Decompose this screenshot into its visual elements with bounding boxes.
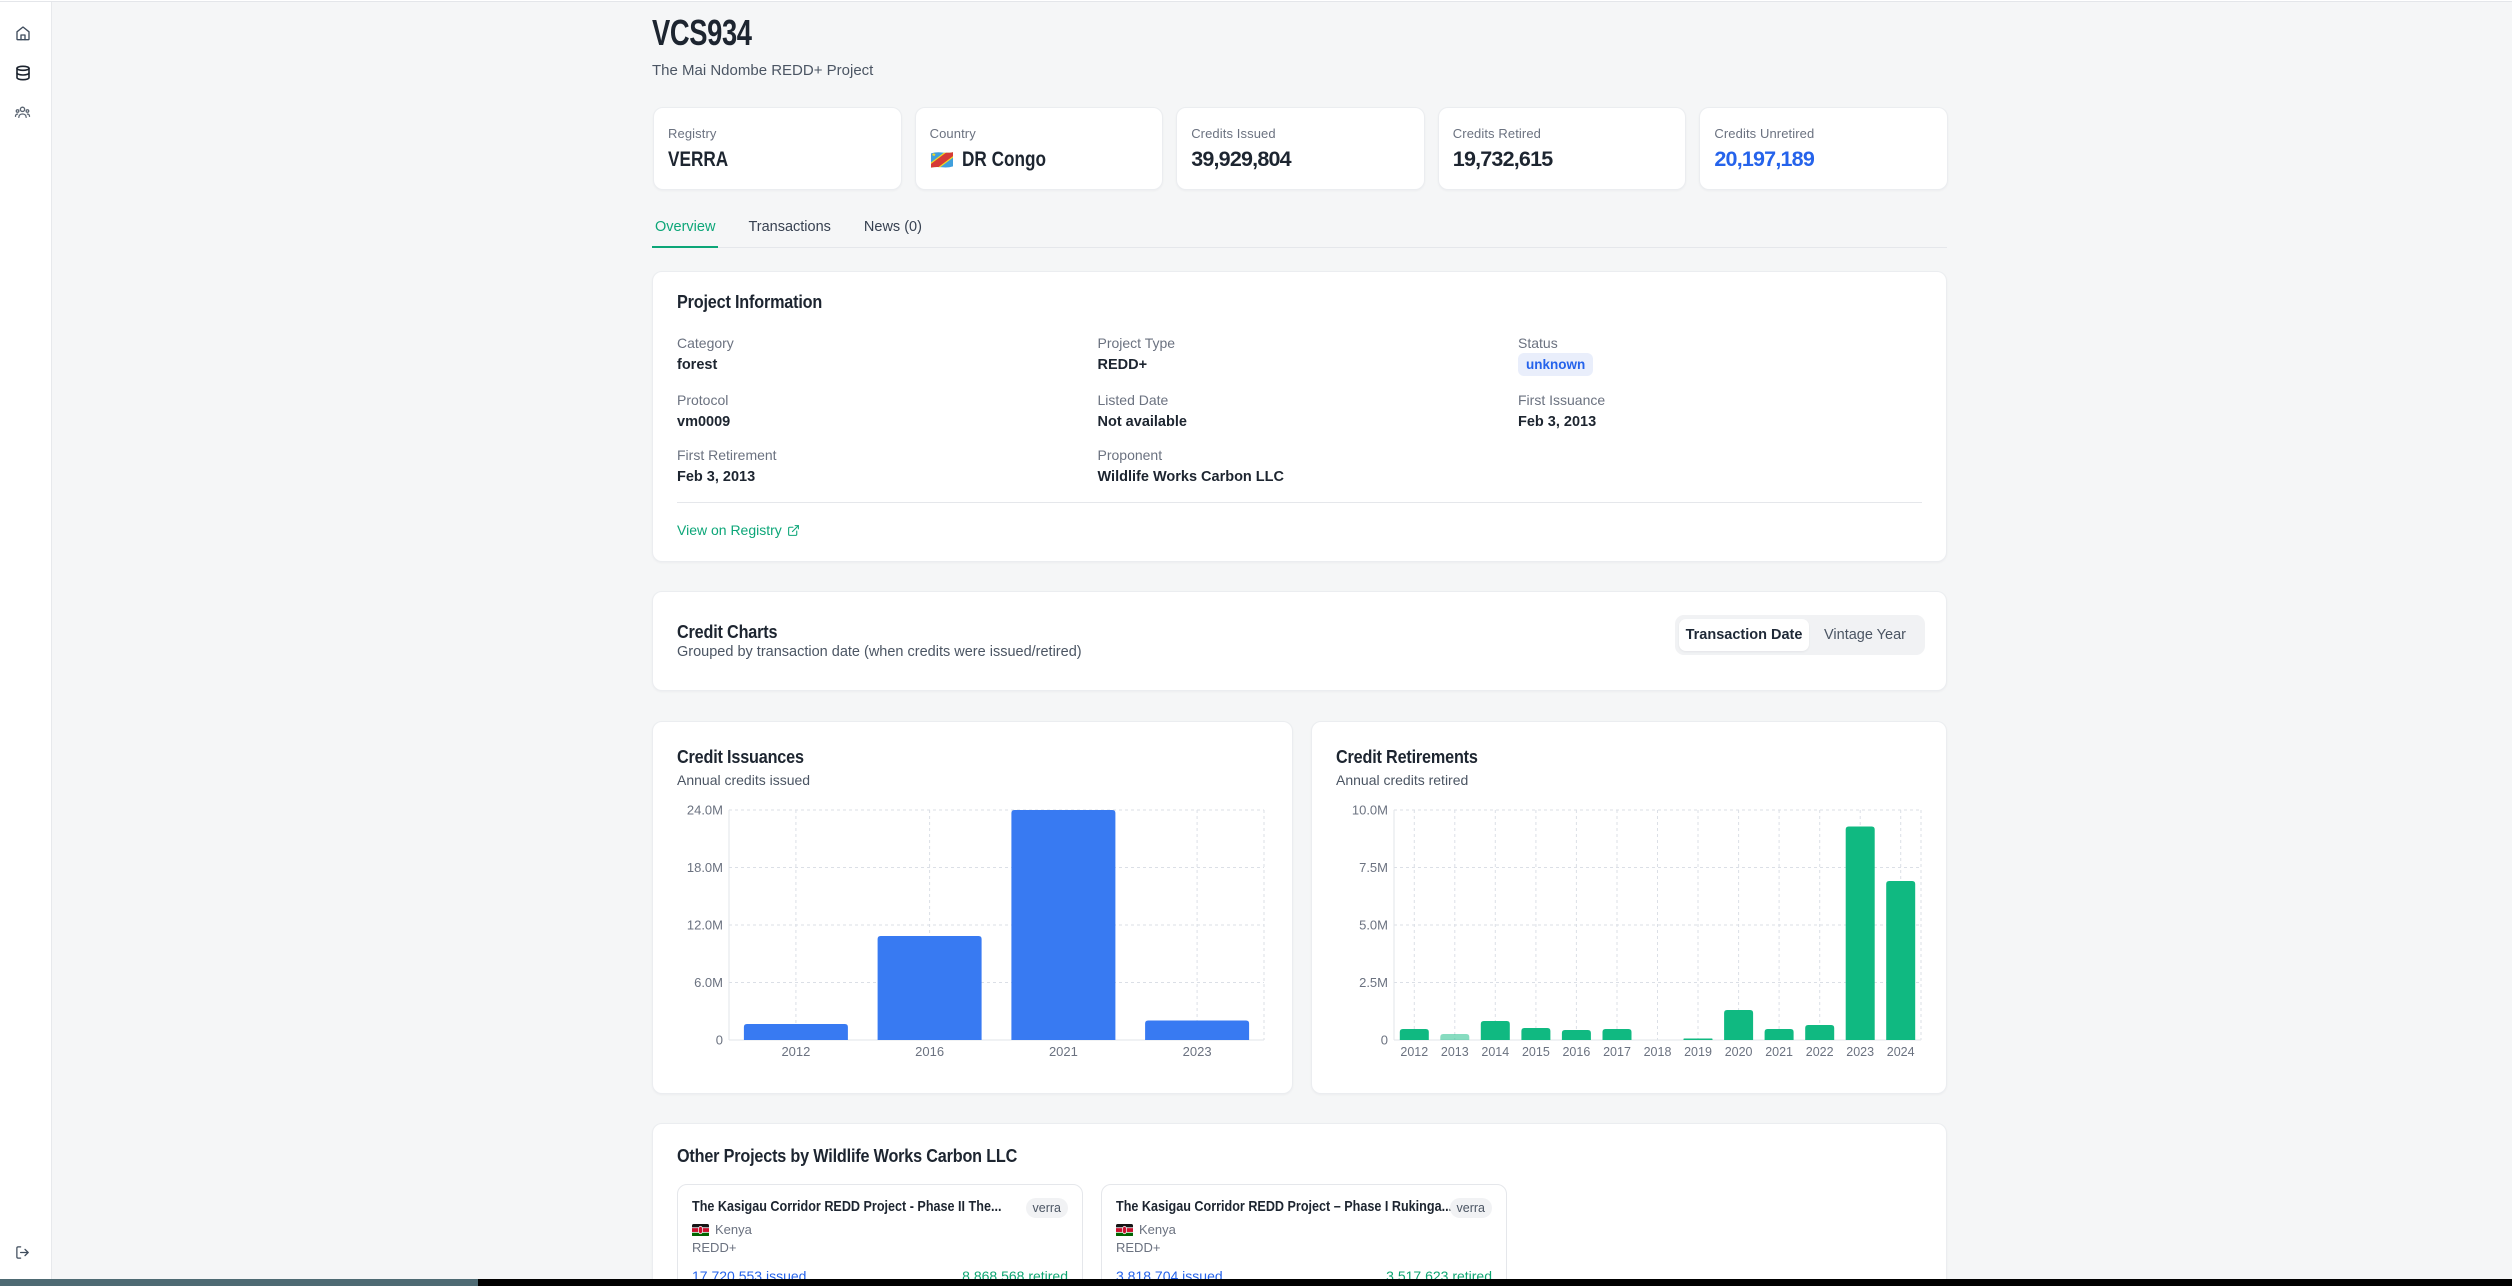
svg-text:2016: 2016 <box>1562 1045 1590 1059</box>
svg-text:2021: 2021 <box>1765 1045 1793 1059</box>
svg-text:2024: 2024 <box>1887 1045 1915 1059</box>
svg-text:2020: 2020 <box>1725 1045 1753 1059</box>
svg-text:2013: 2013 <box>1441 1045 1469 1059</box>
svg-text:10.0M: 10.0M <box>1352 803 1388 818</box>
svg-text:2.5M: 2.5M <box>1359 975 1388 990</box>
svg-text:2012: 2012 <box>1400 1045 1428 1059</box>
svg-text:18.0M: 18.0M <box>687 860 723 875</box>
svg-text:2016: 2016 <box>915 1044 944 1059</box>
svg-text:2014: 2014 <box>1481 1045 1509 1059</box>
svg-text:0: 0 <box>716 1033 723 1048</box>
svg-text:2018: 2018 <box>1644 1045 1672 1059</box>
svg-text:5.0M: 5.0M <box>1359 918 1388 933</box>
svg-text:2015: 2015 <box>1522 1045 1550 1059</box>
svg-text:24.0M: 24.0M <box>687 803 723 818</box>
svg-text:7.5M: 7.5M <box>1359 860 1388 875</box>
svg-text:2012: 2012 <box>781 1044 810 1059</box>
svg-text:2017: 2017 <box>1603 1045 1631 1059</box>
svg-text:2023: 2023 <box>1183 1044 1212 1059</box>
svg-text:6.0M: 6.0M <box>694 975 723 990</box>
svg-text:2021: 2021 <box>1049 1044 1078 1059</box>
svg-text:0: 0 <box>1381 1033 1388 1048</box>
svg-text:2022: 2022 <box>1806 1045 1834 1059</box>
svg-text:2019: 2019 <box>1684 1045 1712 1059</box>
svg-text:2023: 2023 <box>1846 1045 1874 1059</box>
svg-text:12.0M: 12.0M <box>687 918 723 933</box>
